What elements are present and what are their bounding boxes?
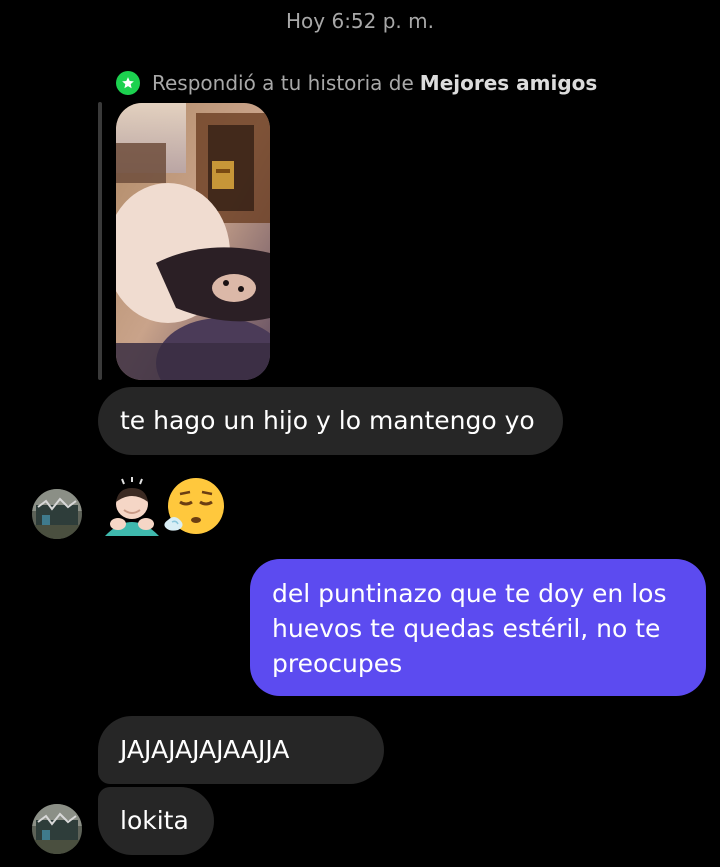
reply-quote-bar — [98, 102, 102, 380]
message-bubble-outgoing[interactable]: del puntinazo que te doy en los huevos t… — [250, 559, 706, 696]
message-bubble-incoming[interactable]: JAJAJAJAJAAJJA — [98, 716, 384, 784]
conversation-timestamp: Hoy 6:52 p. m. — [286, 9, 434, 33]
story-reply-note: Respondió a tu historia de Mejores amigo… — [116, 70, 597, 96]
message-text: del puntinazo que te doy en los huevos t… — [272, 579, 667, 678]
message-bubble-incoming[interactable]: te hago un hijo y lo mantengo yo — [98, 387, 563, 455]
message-text: lokita — [120, 806, 189, 835]
story-reply-prefix: Respondió a tu historia de — [152, 71, 414, 95]
star-icon — [116, 71, 140, 95]
contact-avatar[interactable] — [32, 804, 82, 854]
story-thumbnail[interactable] — [116, 103, 270, 380]
story-reply-audience: Mejores amigos — [419, 71, 598, 95]
person-bowing-icon — [105, 477, 159, 536]
message-text: JAJAJAJAJAAJJA — [120, 735, 290, 764]
contact-avatar[interactable] — [32, 489, 82, 539]
message-text: te hago un hijo y lo mantengo yo — [120, 406, 535, 435]
face-exhaling-icon — [164, 478, 224, 534]
emoji-message[interactable]: 🙇🏻‍♂️😮‍💨 — [100, 476, 230, 540]
message-bubble-incoming[interactable]: lokita — [98, 787, 214, 855]
